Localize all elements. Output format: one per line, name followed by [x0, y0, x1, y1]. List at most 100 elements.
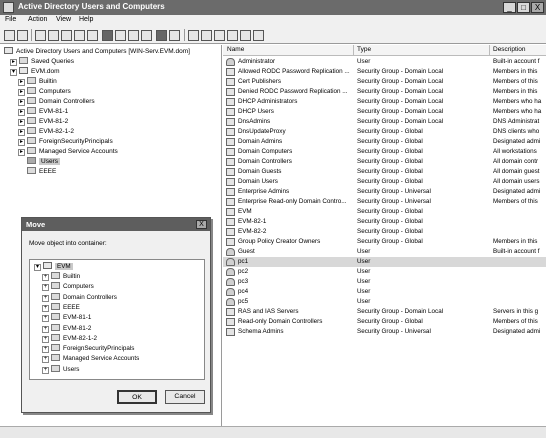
forward-icon[interactable] — [17, 30, 28, 41]
table-row[interactable]: Enterprise Read-only Domain Contro... Sec… — [223, 197, 546, 207]
console-icon[interactable] — [169, 30, 180, 41]
container-item[interactable]: + EVM-82-1-2 — [42, 333, 97, 343]
expand-icon[interactable]: ▸ — [18, 89, 25, 96]
container-item[interactable]: + Builtin — [42, 272, 80, 281]
table-row[interactable]: Schema Admins Security Group - Universal D… — [223, 327, 546, 337]
table-row[interactable]: Read-only Domain Controllers Security Gro… — [223, 317, 546, 327]
tree-item-evm-81-1[interactable]: ▸ EVM-81-1 — [18, 107, 68, 117]
table-row[interactable]: pc1 User — [223, 257, 546, 267]
tree-item-eeee[interactable]: EEEE — [27, 167, 56, 177]
properties-icon[interactable] — [115, 30, 126, 41]
table-row[interactable]: EVM Security Group - Global — [223, 207, 546, 217]
tree-item-evm-81-2[interactable]: ▸ EVM-81-2 — [18, 117, 68, 127]
new-user-icon[interactable] — [188, 30, 199, 41]
column-divider[interactable] — [353, 45, 354, 56]
up-folder-icon[interactable] — [35, 30, 46, 41]
tree-item-computers[interactable]: ▸ Computers — [18, 87, 71, 97]
tree-root[interactable]: Active Directory Users and Computers [WI… — [4, 47, 190, 57]
new-ou-icon[interactable] — [214, 30, 225, 41]
show-tree-icon[interactable] — [48, 30, 59, 41]
container-item[interactable]: + ForeignSecurityPrincipals — [42, 344, 134, 354]
table-row[interactable]: Domain Controllers Security Group - Globa… — [223, 157, 546, 167]
cancel-button[interactable]: Cancel — [165, 390, 205, 404]
column-name[interactable]: Name — [227, 46, 244, 53]
collapse-icon[interactable]: ▾ — [34, 264, 41, 271]
menu-view[interactable]: View — [56, 16, 71, 23]
tree-item-users[interactable]: Users — [27, 157, 60, 167]
table-row[interactable]: Administrator User Built-in account f — [223, 57, 546, 67]
ok-button[interactable]: OK — [117, 390, 157, 404]
table-row[interactable]: DHCP Users Security Group - Domain Local M… — [223, 107, 546, 117]
container-tree[interactable]: ▾ EVM + Builtin + Computers + Domain Controlle… — [29, 259, 205, 380]
table-row[interactable]: pc4 User — [223, 287, 546, 297]
expand-icon[interactable]: ▸ — [18, 129, 25, 136]
expand-icon[interactable]: ▸ — [18, 139, 25, 146]
expand-icon[interactable]: + — [42, 294, 49, 302]
menu-file[interactable]: File — [5, 16, 16, 23]
expand-icon[interactable]: + — [42, 356, 49, 364]
table-row[interactable]: RAS and IAS Servers Security Group - Doma… — [223, 307, 546, 317]
filter-icon[interactable] — [227, 30, 238, 41]
container-item[interactable]: + Computers — [42, 282, 94, 292]
table-row[interactable]: DHCP Administrators Security Group - Doma… — [223, 97, 546, 107]
container-item[interactable]: + Domain Controllers — [42, 292, 117, 302]
menu-help[interactable]: Help — [79, 16, 93, 23]
expand-icon[interactable]: + — [42, 346, 49, 354]
container-item[interactable]: + EVM-81-2 — [42, 323, 91, 333]
expand-icon[interactable]: + — [42, 284, 49, 292]
expand-icon[interactable]: ▸ — [10, 59, 17, 66]
expand-icon[interactable]: + — [42, 315, 49, 323]
cut-icon[interactable] — [61, 30, 72, 41]
expand-icon[interactable]: + — [42, 304, 49, 312]
help-icon[interactable] — [156, 30, 167, 41]
table-row[interactable]: DnsUpdateProxy Security Group - Global DNS… — [223, 127, 546, 137]
tree-item-evm-82-1-2[interactable]: ▸ EVM-82-1-2 — [18, 127, 74, 137]
tree-item-domain-controllers[interactable]: ▸ Domain Controllers — [18, 97, 95, 107]
maximize-button[interactable]: □ — [517, 2, 530, 13]
delete-icon[interactable] — [102, 30, 113, 41]
table-row[interactable]: Domain Guests Security Group - Global All … — [223, 167, 546, 177]
table-row[interactable]: EVM-82-1 Security Group - Global — [223, 217, 546, 227]
container-item[interactable]: + Users — [42, 364, 79, 374]
expand-icon[interactable]: ▸ — [18, 149, 25, 156]
table-row[interactable]: Guest User Built-in account f — [223, 247, 546, 257]
table-row[interactable]: pc3 User — [223, 277, 546, 287]
horizontal-scrollbar[interactable] — [0, 426, 546, 438]
minimize-button[interactable]: _ — [503, 2, 516, 13]
container-root[interactable]: ▾ EVM — [34, 262, 73, 271]
table-row[interactable]: DnsAdmins Security Group - Domain Local DN… — [223, 117, 546, 127]
add-to-group-icon[interactable] — [253, 30, 264, 41]
refresh-icon[interactable] — [128, 30, 139, 41]
tree-item-managed-service-accounts[interactable]: ▸ Managed Service Accounts — [18, 147, 118, 157]
tree-item-foreign-security-principals[interactable]: ▸ ForeignSecurityPrincipals — [18, 137, 113, 147]
table-row[interactable]: Domain Admins Security Group - Global Desi… — [223, 137, 546, 147]
close-button[interactable]: X — [531, 2, 544, 13]
table-row[interactable]: pc5 User — [223, 297, 546, 307]
tree-saved-queries[interactable]: ▸ Saved Queries — [10, 57, 74, 67]
expand-icon[interactable]: ▸ — [18, 109, 25, 116]
tree-domain[interactable]: ▾ EVM.dom — [10, 67, 60, 77]
container-item[interactable]: + Managed Service Accounts — [42, 354, 139, 364]
export-list-icon[interactable] — [141, 30, 152, 41]
table-row[interactable]: pc2 User — [223, 267, 546, 277]
table-row[interactable]: Group Policy Creator Owners Security Grou… — [223, 237, 546, 247]
container-item[interactable]: + EEEE — [42, 302, 80, 312]
table-row[interactable]: Denied RODC Password Replication ... Secu… — [223, 87, 546, 97]
expand-icon[interactable]: + — [42, 274, 49, 281]
dialog-close-button[interactable]: X — [196, 220, 207, 229]
expand-icon[interactable]: ▸ — [18, 119, 25, 126]
table-row[interactable]: Cert Publishers Security Group - Domain L… — [223, 77, 546, 87]
expand-icon[interactable]: + — [42, 325, 49, 333]
column-divider[interactable] — [489, 45, 490, 56]
table-row[interactable]: EVM-82-2 Security Group - Global — [223, 227, 546, 237]
expand-icon[interactable]: ▸ — [18, 99, 25, 106]
column-type[interactable]: Type — [357, 46, 371, 53]
copy-icon[interactable] — [74, 30, 85, 41]
paste-icon[interactable] — [87, 30, 98, 41]
table-row[interactable]: Enterprise Admins Security Group - Univer… — [223, 187, 546, 197]
menu-action[interactable]: Action — [28, 16, 47, 23]
tree-item-builtin[interactable]: ▸ Builtin — [18, 77, 57, 87]
details-pane[interactable]: Name Type Description Administrator User B… — [223, 45, 546, 438]
table-row[interactable]: Domain Computers Security Group - Global A… — [223, 147, 546, 157]
column-description[interactable]: Description — [493, 46, 526, 53]
